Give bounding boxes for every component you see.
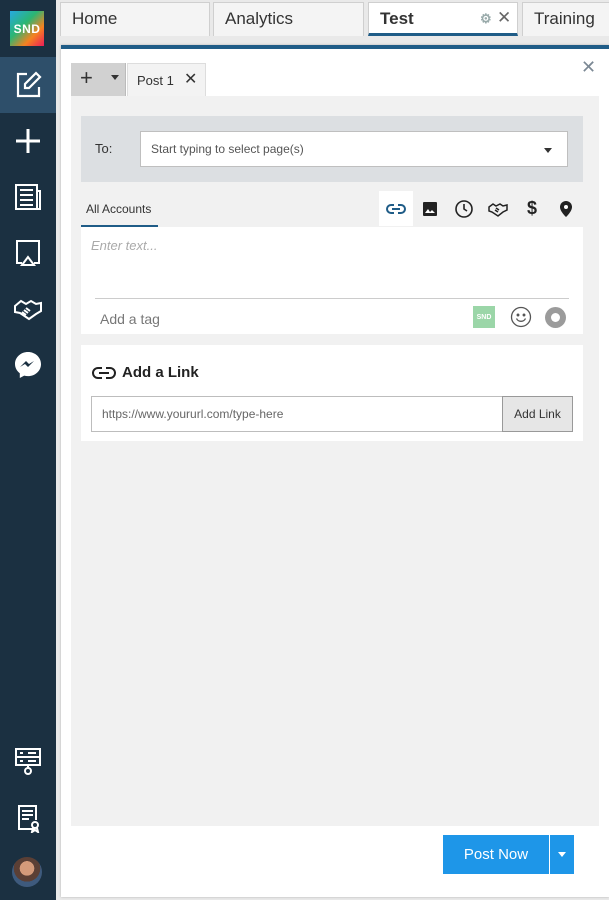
sidebar: SND [0,0,56,900]
post-options-dropdown[interactable] [550,835,574,874]
settings-icon[interactable]: ⚙ [480,11,492,27]
screen-icon [16,240,40,266]
add-post-button[interactable]: + [71,63,126,96]
monetize-tool[interactable]: $ [515,191,549,226]
tag-input[interactable]: Add a tag [100,311,160,327]
location-tool[interactable] [549,191,583,226]
tab-label: Analytics [225,9,294,28]
tab-training[interactable]: Training [522,2,609,36]
screen-button[interactable] [0,225,56,281]
record-icon[interactable] [545,307,566,328]
tab-all-accounts[interactable]: All Accounts [81,201,158,227]
add-button[interactable] [0,113,56,169]
plus-icon: + [80,65,93,90]
snd-logo[interactable]: SND [10,11,44,46]
handshake-icon [488,202,508,217]
image-icon [423,201,437,216]
link-tool[interactable] [379,191,413,226]
chevron-down-icon[interactable] [111,75,119,80]
image-tool[interactable] [413,191,447,226]
news-button[interactable] [0,169,56,225]
composer-body: To: Start typing to select page(s) All A… [71,96,599,826]
certificate-button[interactable] [0,790,56,846]
certificate-icon [18,805,40,833]
post-tab[interactable]: Post 1 ✕ [127,63,206,96]
tab-label: Home [72,9,118,28]
plus-icon [16,129,40,153]
server-button[interactable] [0,733,56,789]
compose-button[interactable] [0,57,56,113]
link-icon [386,203,406,214]
post-editor[interactable]: Enter text... Add a tag SND [81,227,583,334]
close-post-icon[interactable]: ✕ [184,69,197,89]
messenger-button[interactable] [0,337,56,393]
handshake-icon [14,299,42,321]
tab-home[interactable]: Home [60,2,210,36]
divider [95,298,569,299]
avatar[interactable] [12,857,42,887]
recipient-box: To: Start typing to select page(s) [81,116,583,182]
partner-tool[interactable] [481,191,515,226]
handshake-button[interactable] [0,281,56,337]
server-icon [15,748,41,775]
emoji-icon[interactable] [510,306,532,328]
snd-badge-icon[interactable]: SND [473,306,495,328]
clock-icon [455,199,473,218]
close-icon[interactable]: ✕ [581,57,596,78]
tab-test[interactable]: Test ⚙ ✕ [368,2,518,36]
add-link-button[interactable]: Add Link [502,396,573,432]
news-icon [15,184,41,210]
dollar-icon: $ [526,198,537,218]
location-icon [560,200,572,217]
to-label: To: [95,141,113,156]
compose-icon [16,71,42,98]
post-tab-label: Post 1 [137,73,174,88]
messenger-icon [15,352,41,378]
page-select[interactable]: Start typing to select page(s) [140,131,568,167]
composer-panel: ✕ + Post 1 ✕ To: Start typing to select … [61,45,609,897]
link-icon [92,367,116,379]
url-placeholder: https://www.yoururl.com/type-here [102,407,284,421]
post-now-button[interactable]: Post Now [443,835,549,874]
text-placeholder: Enter text... [91,238,158,253]
chevron-down-icon [544,148,552,153]
add-link-card: Add a Link https://www.yoururl.com/type-… [81,345,583,441]
url-input[interactable]: https://www.yoururl.com/type-here [91,396,503,432]
tab-analytics[interactable]: Analytics [213,2,364,36]
close-tab-icon[interactable]: ✕ [497,8,511,28]
schedule-tool[interactable] [447,191,481,226]
add-link-title: Add a Link [122,364,199,381]
tab-label: Test [380,9,414,28]
page-select-placeholder: Start typing to select page(s) [151,142,304,156]
tab-label: Training [534,9,595,28]
tab-bar: Home Analytics Test ⚙ ✕ Training [56,0,609,37]
